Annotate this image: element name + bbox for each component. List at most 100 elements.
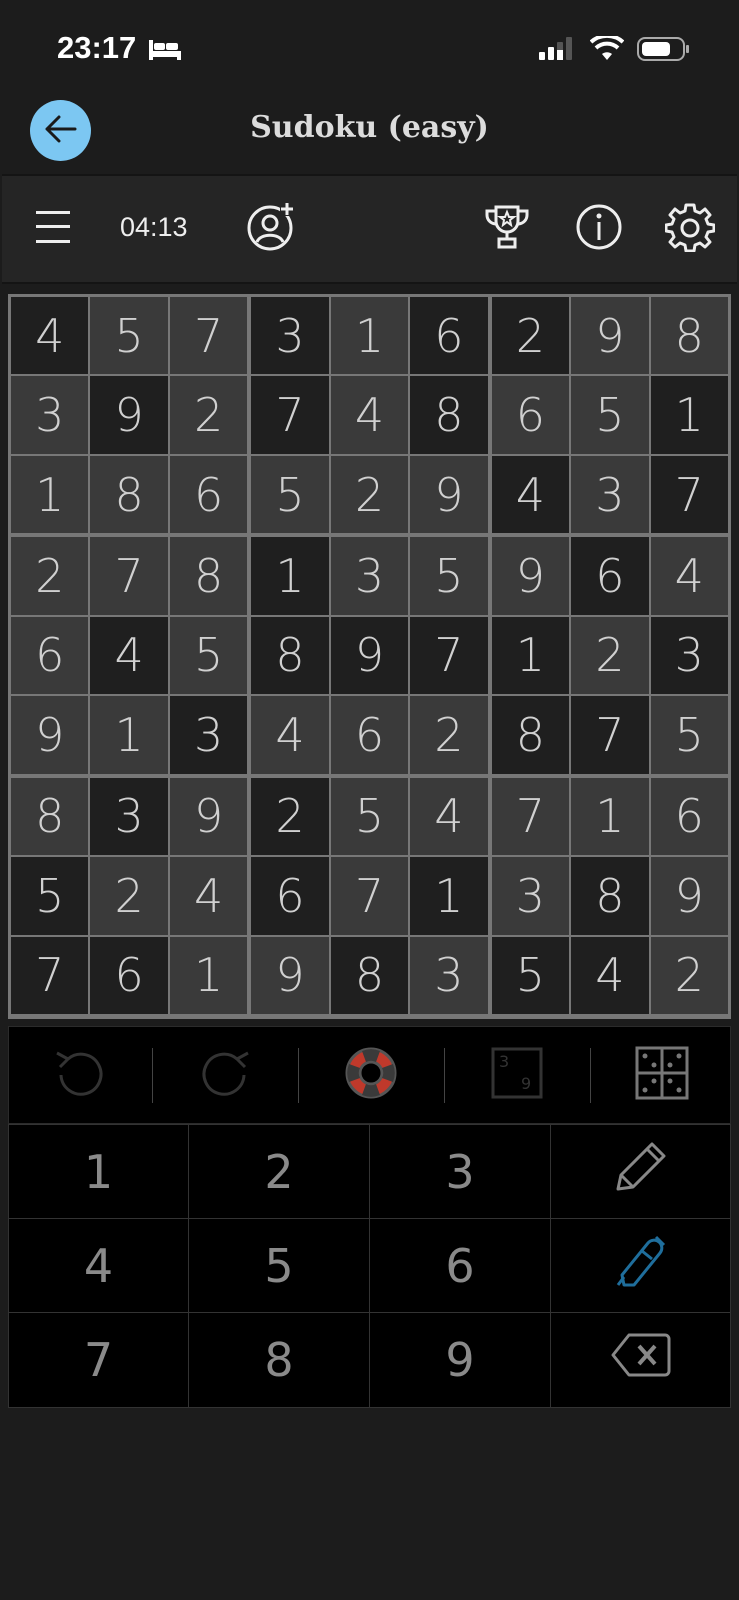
sudoku-cell[interactable]: 9 xyxy=(571,297,649,375)
sudoku-cell[interactable]: 6 xyxy=(90,936,168,1014)
key-5[interactable]: 5 xyxy=(189,1219,370,1313)
sudoku-cell[interactable]: 3 xyxy=(650,616,728,695)
leaderboard-button[interactable] xyxy=(480,202,534,256)
sudoku-cell[interactable]: 2 xyxy=(650,936,728,1014)
sudoku-cell[interactable]: 1 xyxy=(410,857,488,935)
undo-button[interactable] xyxy=(9,1027,150,1123)
sudoku-cell[interactable]: 3 xyxy=(11,376,89,454)
sudoku-cell[interactable]: 1 xyxy=(90,696,168,774)
sudoku-cell[interactable]: 2 xyxy=(169,376,248,454)
redo-button[interactable] xyxy=(153,1027,296,1123)
sudoku-cell[interactable]: 5 xyxy=(11,857,89,935)
sudoku-cell[interactable]: 4 xyxy=(11,297,89,375)
sudoku-cell[interactable]: 8 xyxy=(251,616,329,695)
sudoku-cell[interactable]: 3 xyxy=(571,455,649,534)
sudoku-cell[interactable]: 3 xyxy=(410,936,488,1014)
sudoku-cell[interactable]: 1 xyxy=(11,455,89,534)
sudoku-cell[interactable]: 9 xyxy=(169,777,248,856)
sudoku-cell[interactable]: 9 xyxy=(330,616,409,695)
key-9[interactable]: 9 xyxy=(370,1313,551,1407)
sudoku-cell[interactable]: 4 xyxy=(251,696,329,774)
sudoku-cell[interactable]: 8 xyxy=(491,696,570,774)
sudoku-cell[interactable]: 8 xyxy=(90,455,168,534)
sudoku-cell[interactable]: 3 xyxy=(90,777,168,856)
sudoku-cell[interactable]: 8 xyxy=(650,297,728,375)
key-2[interactable]: 2 xyxy=(189,1125,370,1219)
sudoku-cell[interactable]: 2 xyxy=(571,616,649,695)
sudoku-cell[interactable]: 4 xyxy=(650,537,728,615)
sudoku-cell[interactable]: 7 xyxy=(571,696,649,774)
sudoku-cell[interactable]: 2 xyxy=(491,297,570,375)
sudoku-cell[interactable]: 5 xyxy=(491,936,570,1014)
sudoku-cell[interactable]: 9 xyxy=(90,376,168,454)
key-4[interactable]: 4 xyxy=(9,1219,189,1313)
sudoku-cell[interactable]: 4 xyxy=(330,376,409,454)
sudoku-cell[interactable]: 9 xyxy=(11,696,89,774)
sudoku-cell[interactable]: 7 xyxy=(410,616,488,695)
settings-button[interactable] xyxy=(663,202,717,256)
sudoku-cell[interactable]: 4 xyxy=(90,616,168,695)
notes-button[interactable]: 39 xyxy=(445,1027,588,1123)
sudoku-cell[interactable]: 9 xyxy=(650,857,728,935)
sudoku-cell[interactable]: 8 xyxy=(410,376,488,454)
sudoku-cell[interactable]: 3 xyxy=(169,696,248,774)
sudoku-cell[interactable]: 5 xyxy=(330,777,409,856)
hint-button[interactable] xyxy=(299,1027,442,1123)
sudoku-cell[interactable]: 5 xyxy=(571,376,649,454)
sudoku-cell[interactable]: 9 xyxy=(410,455,488,534)
sudoku-cell[interactable]: 5 xyxy=(650,696,728,774)
sudoku-cell[interactable]: 6 xyxy=(169,455,248,534)
sudoku-cell[interactable]: 6 xyxy=(11,616,89,695)
erase-button[interactable] xyxy=(551,1313,731,1407)
menu-button[interactable] xyxy=(30,206,76,252)
sudoku-cell[interactable]: 6 xyxy=(251,857,329,935)
sudoku-cell[interactable]: 3 xyxy=(491,857,570,935)
sudoku-cell[interactable]: 4 xyxy=(571,936,649,1014)
sudoku-cell[interactable]: 7 xyxy=(650,455,728,534)
sudoku-cell[interactable]: 8 xyxy=(11,777,89,856)
sudoku-cell[interactable]: 1 xyxy=(650,376,728,454)
sudoku-cell[interactable]: 6 xyxy=(571,537,649,615)
add-player-button[interactable] xyxy=(244,202,298,256)
key-8[interactable]: 8 xyxy=(189,1313,370,1407)
sudoku-cell[interactable]: 7 xyxy=(491,777,570,856)
sudoku-cell[interactable]: 5 xyxy=(90,297,168,375)
sudoku-cell[interactable]: 1 xyxy=(571,777,649,856)
key-6[interactable]: 6 xyxy=(370,1219,551,1313)
sudoku-cell[interactable]: 2 xyxy=(410,696,488,774)
sudoku-cell[interactable]: 8 xyxy=(571,857,649,935)
sudoku-cell[interactable]: 6 xyxy=(330,696,409,774)
sudoku-cell[interactable]: 4 xyxy=(169,857,248,935)
sudoku-cell[interactable]: 7 xyxy=(90,537,168,615)
sudoku-cell[interactable]: 6 xyxy=(491,376,570,454)
sudoku-cell[interactable]: 6 xyxy=(650,777,728,856)
sudoku-cell[interactable]: 2 xyxy=(330,455,409,534)
sudoku-cell[interactable]: 8 xyxy=(169,537,248,615)
sudoku-cell[interactable]: 1 xyxy=(169,936,248,1014)
key-3[interactable]: 3 xyxy=(370,1125,551,1219)
key-1[interactable]: 1 xyxy=(9,1125,189,1219)
sudoku-cell[interactable]: 3 xyxy=(251,297,329,375)
key-7[interactable]: 7 xyxy=(9,1313,189,1407)
sudoku-cell[interactable]: 1 xyxy=(251,537,329,615)
sudoku-cell[interactable]: 6 xyxy=(410,297,488,375)
sudoku-cell[interactable]: 9 xyxy=(491,537,570,615)
sudoku-cell[interactable]: 5 xyxy=(169,616,248,695)
sudoku-cell[interactable]: 4 xyxy=(491,455,570,534)
pencil-mode-button[interactable] xyxy=(551,1125,731,1219)
sudoku-cell[interactable]: 7 xyxy=(169,297,248,375)
info-button[interactable] xyxy=(572,202,626,256)
grid-view-button[interactable] xyxy=(591,1027,732,1123)
sudoku-cell[interactable]: 8 xyxy=(330,936,409,1014)
sudoku-cell[interactable]: 2 xyxy=(251,777,329,856)
sudoku-cell[interactable]: 7 xyxy=(330,857,409,935)
pen-mode-button[interactable] xyxy=(551,1219,731,1313)
sudoku-cell[interactable]: 5 xyxy=(410,537,488,615)
sudoku-cell[interactable]: 7 xyxy=(11,936,89,1014)
sudoku-cell[interactable]: 9 xyxy=(251,936,329,1014)
sudoku-cell[interactable]: 4 xyxy=(410,777,488,856)
sudoku-cell[interactable]: 3 xyxy=(330,537,409,615)
sudoku-cell[interactable]: 1 xyxy=(491,616,570,695)
sudoku-cell[interactable]: 2 xyxy=(11,537,89,615)
sudoku-cell[interactable]: 5 xyxy=(251,455,329,534)
